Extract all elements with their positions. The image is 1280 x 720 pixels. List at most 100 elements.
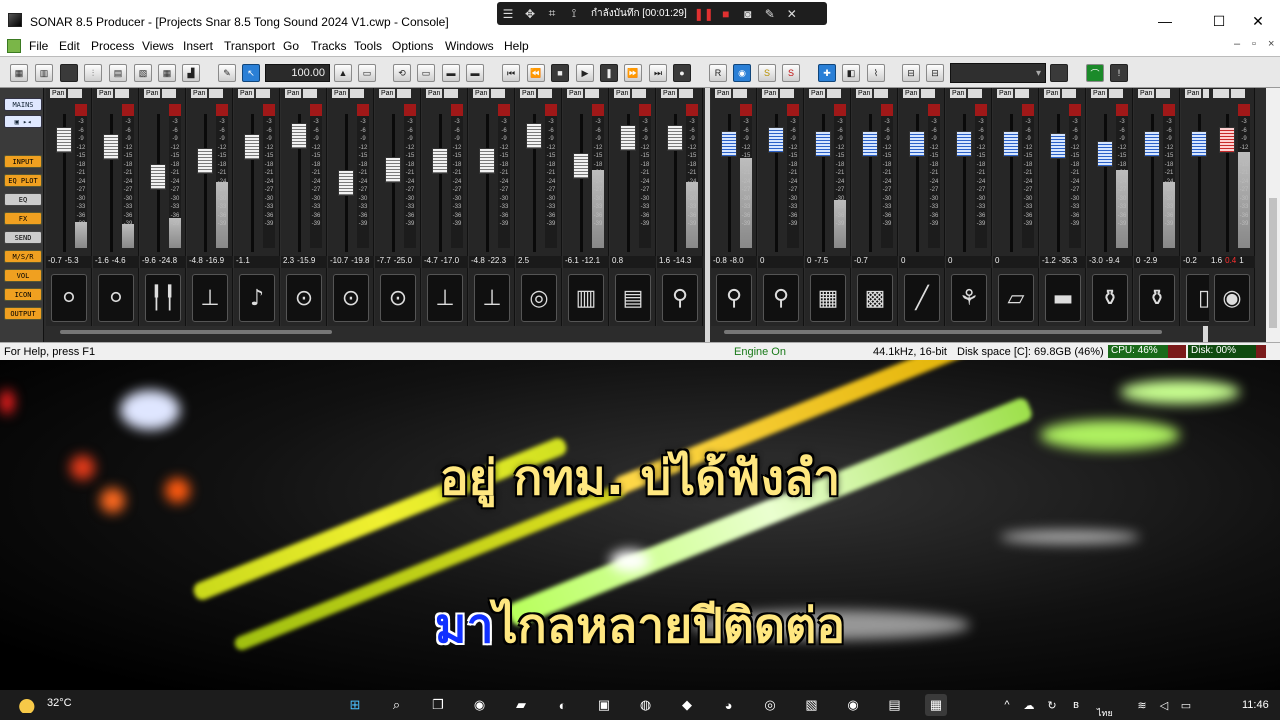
- volume-fader[interactable]: [338, 170, 354, 196]
- document-icon[interactable]: [7, 39, 21, 53]
- pan-control[interactable]: Pan: [191, 89, 223, 98]
- pan-control[interactable]: Pan: [661, 89, 693, 98]
- mains-button[interactable]: MAINS: [4, 98, 42, 111]
- volume-fader[interactable]: [721, 130, 737, 157]
- volume-fader[interactable]: [815, 130, 831, 157]
- clip-indicator[interactable]: [1022, 104, 1034, 116]
- vertical-scrollbar[interactable]: [1266, 88, 1280, 342]
- volume-fader[interactable]: [909, 130, 925, 157]
- icon-button[interactable]: ICON: [4, 288, 42, 301]
- piano-player-icon[interactable]: ▩: [857, 274, 893, 322]
- volume-fader[interactable]: [956, 130, 972, 157]
- layout-toggle-icon[interactable]: ▣ ▸◂: [4, 115, 42, 128]
- volume-fader[interactable]: [1097, 140, 1113, 167]
- doc-close-button[interactable]: ×: [1268, 38, 1274, 50]
- volume-fader[interactable]: [103, 134, 119, 161]
- stop-transport-icon[interactable]: ■: [551, 64, 569, 82]
- hihat-icon[interactable]: ⊥: [192, 274, 228, 322]
- menu-transport[interactable]: Transport: [224, 39, 275, 53]
- pen-icon[interactable]: ✎: [759, 2, 781, 25]
- marker-icon[interactable]: ◧: [842, 64, 860, 82]
- drum-kit-icon[interactable]: ⚱: [1139, 274, 1175, 322]
- record-arm-button[interactable]: R: [709, 64, 727, 82]
- alert-icon[interactable]: !: [1110, 64, 1128, 82]
- record-setup-icon[interactable]: ▬: [466, 64, 484, 82]
- app-icon[interactable]: ▤: [884, 694, 906, 716]
- recorder-icon[interactable]: ◉: [842, 694, 864, 716]
- clip-indicator[interactable]: [592, 104, 604, 116]
- scroll-thumb[interactable]: [1269, 198, 1277, 328]
- pan-control[interactable]: Pan: [426, 89, 458, 98]
- tempo-map-icon[interactable]: ▭: [358, 64, 376, 82]
- input-language[interactable]: ไทย: [1097, 706, 1113, 720]
- piano-roll-icon[interactable]: ▥: [35, 64, 53, 82]
- volume-fader[interactable]: [1191, 130, 1207, 157]
- blank-tool-icon-2[interactable]: [1050, 64, 1068, 82]
- fast-forward-icon[interactable]: ⏩: [624, 64, 642, 82]
- grid-icon[interactable]: ▤: [109, 64, 127, 82]
- clock[interactable]: 11:46: [1242, 699, 1269, 711]
- pan-control[interactable]: Pan: [715, 89, 747, 98]
- rewind-icon[interactable]: ⏪: [527, 64, 545, 82]
- clip-indicator[interactable]: [975, 104, 987, 116]
- pause-transport-icon[interactable]: ❚: [600, 64, 618, 82]
- speaker-icon[interactable]: ◉: [1214, 274, 1250, 322]
- stop-icon[interactable]: ■: [715, 2, 737, 25]
- menu-tracks[interactable]: Tracks: [311, 39, 347, 53]
- menu-file[interactable]: File: [29, 39, 48, 53]
- volume-fader[interactable]: [526, 122, 542, 149]
- clip-indicator[interactable]: [216, 104, 228, 116]
- clip-indicator[interactable]: [169, 104, 181, 116]
- drumsticks-icon[interactable]: ╿╿: [145, 274, 181, 322]
- menu-insert[interactable]: Insert: [183, 39, 213, 53]
- keyboard-icon[interactable]: ▦: [810, 274, 846, 322]
- close-button[interactable]: ✕: [1238, 7, 1278, 35]
- snap-icon[interactable]: ✚: [818, 64, 836, 82]
- pan-control[interactable]: Pan: [950, 89, 982, 98]
- play-icon[interactable]: ▶: [576, 64, 594, 82]
- envelope-icon[interactable]: ⌇: [867, 64, 885, 82]
- punch-icon[interactable]: ▭: [417, 64, 435, 82]
- volume-fader[interactable]: [291, 122, 307, 149]
- select-tool-icon[interactable]: ↖: [242, 64, 260, 82]
- close-icon[interactable]: ✕: [781, 2, 803, 25]
- volume-fader[interactable]: [479, 147, 495, 174]
- sync-icon[interactable]: ↻: [1041, 694, 1063, 716]
- clip-indicator[interactable]: [834, 104, 846, 116]
- record-mode-icon[interactable]: ▬: [442, 64, 460, 82]
- pan-control[interactable]: Pan: [856, 89, 888, 98]
- pan-control[interactable]: Pan: [614, 89, 646, 98]
- flute-icon[interactable]: ╱: [904, 274, 940, 322]
- menu-go[interactable]: Go: [283, 39, 299, 53]
- clip-indicator[interactable]: [639, 104, 651, 116]
- clip-indicator[interactable]: [451, 104, 463, 116]
- volume-fader[interactable]: [1050, 133, 1066, 160]
- eq-button[interactable]: EQ: [4, 193, 42, 206]
- blank-tool-icon[interactable]: [60, 64, 78, 82]
- vol-button[interactable]: VOL: [4, 269, 42, 282]
- explorer-icon[interactable]: ▰: [510, 694, 532, 716]
- record-transport-icon[interactable]: ●: [673, 64, 691, 82]
- volume-fader[interactable]: [768, 127, 784, 154]
- grand-piano-icon[interactable]: ▱: [998, 274, 1034, 322]
- pan-control[interactable]: Pan: [520, 89, 552, 98]
- clip-indicator[interactable]: [1069, 104, 1081, 116]
- pan-control[interactable]: Pan: [332, 89, 364, 98]
- microphone-icon[interactable]: ♪: [239, 274, 275, 322]
- fx-button[interactable]: FX: [4, 212, 42, 225]
- pan-control[interactable]: Pan: [285, 89, 317, 98]
- volume-icon[interactable]: ◁: [1153, 694, 1175, 716]
- output-button[interactable]: OUTPUT: [4, 307, 42, 320]
- clip-indicator[interactable]: [1116, 104, 1128, 116]
- electric-guitar-icon[interactable]: ⚲: [716, 274, 752, 322]
- menu-help[interactable]: Help: [504, 39, 529, 53]
- cpu-meter-icon[interactable]: ⌒: [1086, 64, 1104, 82]
- volume-fader[interactable]: [862, 130, 878, 157]
- volume-fader[interactable]: [244, 134, 260, 161]
- eq-plot-button[interactable]: EQ PLOT: [4, 174, 42, 187]
- weather-icon[interactable]: [18, 697, 40, 713]
- tray-chevron-icon[interactable]: ^: [996, 694, 1018, 716]
- menu-windows[interactable]: Windows: [445, 39, 494, 53]
- weather-temperature[interactable]: 32°C: [47, 697, 72, 709]
- pan-control[interactable]: Pan: [1091, 89, 1123, 98]
